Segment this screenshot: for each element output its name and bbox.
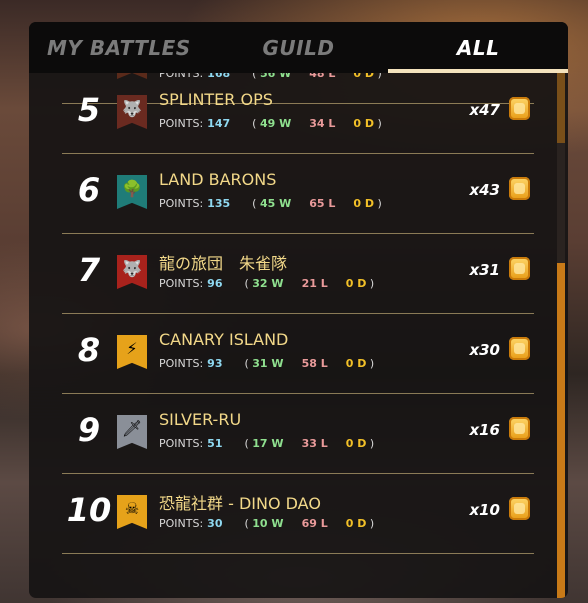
guild-stats: POINTS: 30 ( 10 W 69 L 0 D ) (159, 517, 374, 530)
open-paren: ( (244, 277, 249, 290)
losses-value: 65 L (309, 197, 336, 210)
wolf-icon: 🐺 (122, 99, 142, 119)
open-paren: ( (244, 357, 249, 370)
close-paren: ) (369, 517, 375, 530)
points-value: 93 (207, 357, 223, 370)
guild-leaderboard-panel: MY BATTLES GUILD ALL 4🐺POINTS:168( 56 W4… (29, 22, 568, 598)
guild-stats: POINTS: 135 ( 45 W 65 L 0 D ) (159, 197, 382, 210)
skull-icon: ☠ (124, 499, 140, 519)
losses-value: 33 L (301, 437, 328, 450)
draws-value: 0 D (345, 517, 367, 530)
tab-guild[interactable]: GUILD (209, 22, 389, 73)
wins-value: 31 W (252, 357, 284, 370)
reward-chest-icon (509, 337, 530, 360)
scrollbar-thumb[interactable] (557, 263, 565, 598)
tab-all[interactable]: ALL (388, 22, 568, 73)
guild-stats: POINTS: 51 ( 17 W 33 L 0 D ) (159, 437, 374, 450)
lightning-icon: ⚡ (126, 339, 138, 359)
open-paren: ( (252, 197, 257, 210)
tree-icon: 🌳 (122, 179, 142, 199)
reward-multiplier: x31 (469, 261, 500, 279)
reward-chest-icon (509, 177, 530, 200)
points-value: 147 (207, 117, 231, 130)
guild-stats: POINTS: 96 ( 32 W 21 L 0 D ) (159, 277, 374, 290)
guild-name[interactable]: 恐龍社群 - DINO DAO (159, 490, 321, 514)
losses-value: 58 L (301, 357, 328, 370)
points-value: 96 (207, 277, 223, 290)
leaderboard-list[interactable]: 4🐺POINTS:168( 56 W48 L0 D )x505🐺SPLINTER… (29, 73, 568, 598)
losses-value: 21 L (301, 277, 328, 290)
guild-name[interactable]: CANARY ISLAND (159, 330, 288, 349)
guild-stats: POINTS: 147 ( 49 W 34 L 0 D ) (159, 117, 382, 130)
guild-banner: 🌳 (117, 175, 147, 209)
open-paren: ( (252, 117, 257, 130)
reward-multiplier: x30 (469, 341, 500, 359)
open-paren: ( (244, 437, 249, 450)
close-paren: ) (369, 437, 375, 450)
rank-number: 9 (77, 411, 101, 449)
scrollbar[interactable] (557, 73, 565, 598)
reward-multiplier: x43 (469, 181, 500, 199)
points-value: 51 (207, 437, 223, 450)
leaderboard-row[interactable]: 7 🐺 龍の旅団 朱雀隊 POINTS: 96 ( 32 W 21 L 0 D ) x31 (62, 233, 534, 314)
leaderboard-row[interactable]: 10 ☠ 恐龍社群 - DINO DAO POINTS: 30 ( 10 W 69 L 0 D… (62, 473, 534, 554)
points-value: 135 (207, 197, 231, 210)
wolf-icon: 🐺 (122, 259, 142, 279)
points-label: POINTS: (159, 357, 204, 370)
reward-chest-icon (509, 257, 530, 280)
guild-banner: 🐺 (117, 95, 147, 129)
wins-value: 10 W (252, 517, 284, 530)
rank-number: 7 (77, 251, 101, 289)
draws-value: 0 D (353, 197, 374, 210)
leaderboard-row[interactable]: 8 ⚡ CANARY ISLAND POINTS: 93 ( 31 W 58 L 0 D ) x… (62, 313, 534, 394)
close-paren: ) (377, 197, 382, 210)
leaderboard-row[interactable]: 9 🗡 SILVER-RU POINTS: 51 ( 17 W 33 L 0 D ) x16 (62, 393, 534, 474)
points-label: POINTS: (159, 117, 204, 130)
guild-banner: ⚡ (117, 335, 147, 369)
draws-value: 0 D (345, 357, 367, 370)
reward-multiplier: x47 (469, 101, 500, 119)
reward-multiplier: x10 (469, 501, 500, 519)
tab-my-battles[interactable]: MY BATTLES (29, 22, 209, 73)
wins-value: 45 W (259, 197, 292, 210)
points-label: POINTS: (159, 197, 204, 210)
points-label: POINTS: (159, 437, 204, 450)
guild-name[interactable]: SPLINTER OPS (159, 90, 273, 109)
rank-number: 8 (77, 331, 101, 369)
draws-value: 0 D (345, 437, 367, 450)
tab-bar: MY BATTLES GUILD ALL (29, 22, 568, 73)
losses-value: 34 L (309, 117, 336, 130)
rank-number: 10 (66, 491, 112, 529)
draws-value: 0 D (345, 277, 367, 290)
open-paren: ( (244, 517, 249, 530)
close-paren: ) (369, 277, 375, 290)
rank-number: 5 (77, 91, 101, 129)
reward-chest-icon (509, 417, 530, 440)
reward-chest-icon (509, 97, 530, 120)
guild-stats: POINTS: 93 ( 31 W 58 L 0 D ) (159, 357, 374, 370)
wins-value: 32 W (252, 277, 284, 290)
guild-name[interactable]: SILVER-RU (159, 410, 241, 429)
points-label: POINTS: (159, 277, 204, 290)
reward-chest-icon (509, 497, 530, 520)
wins-value: 49 W (259, 117, 292, 130)
leaderboard-row[interactable]: 5 🐺 SPLINTER OPS POINTS: 147 ( 49 W 34 L 0 D ) x… (62, 73, 534, 154)
guild-name[interactable]: LAND BARONS (159, 170, 276, 189)
guild-banner: 🗡 (117, 415, 147, 449)
guild-banner: ☠ (117, 495, 147, 529)
reward-multiplier: x16 (469, 421, 500, 439)
draws-value: 0 D (353, 117, 374, 130)
wins-value: 17 W (252, 437, 284, 450)
close-paren: ) (369, 357, 375, 370)
guild-banner: 🐺 (117, 255, 147, 289)
points-label: POINTS: (159, 517, 204, 530)
losses-value: 69 L (301, 517, 328, 530)
rank-number: 6 (77, 171, 101, 209)
guild-name[interactable]: 龍の旅団 朱雀隊 (159, 250, 287, 274)
points-value: 30 (207, 517, 223, 530)
close-paren: ) (377, 117, 382, 130)
leaderboard-row[interactable]: 6 🌳 LAND BARONS POINTS: 135 ( 45 W 65 L 0 D ) x4… (62, 153, 534, 234)
sword-icon: 🗡 (121, 419, 143, 439)
